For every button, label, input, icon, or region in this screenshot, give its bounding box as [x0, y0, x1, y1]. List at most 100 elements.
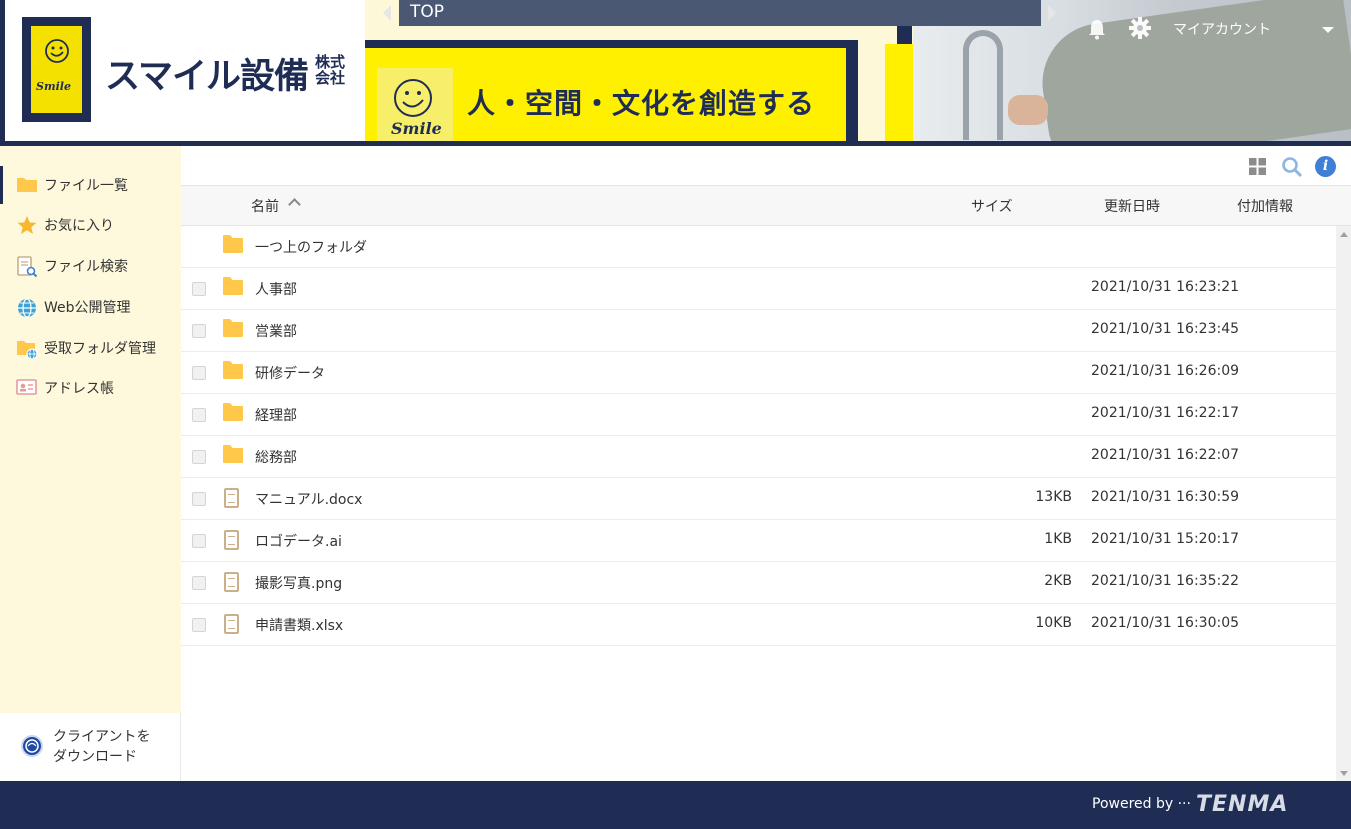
row-modified: 2021/10/31 16:23:21	[1091, 279, 1240, 295]
info-icon[interactable]: i	[1315, 156, 1336, 177]
folder-icon	[16, 175, 38, 195]
chevron-down-icon[interactable]	[1322, 27, 1334, 33]
column-extra-header[interactable]: 付加情報	[1237, 196, 1293, 216]
row-checkbox[interactable]	[192, 576, 206, 590]
client-download-line2: ダウンロード	[53, 749, 137, 765]
row-size: 1KB	[1044, 531, 1072, 547]
breadcrumb[interactable]: TOP	[399, 0, 1041, 26]
tenma-logo[interactable]: TENMA	[1196, 792, 1288, 817]
grid-view-icon[interactable]	[1249, 158, 1266, 175]
parent-folder-label: 一つ上のフォルダ	[255, 240, 367, 256]
sidebar-item-file-list[interactable]: ファイル一覧	[0, 166, 181, 204]
row-name: ロゴデータ.ai	[255, 534, 342, 550]
client-app-icon	[21, 735, 43, 757]
photo-faucet	[963, 30, 1003, 140]
vertical-scrollbar[interactable]	[1336, 226, 1351, 781]
parent-folder-row[interactable]: 一つ上のフォルダ	[181, 226, 1336, 268]
folder-icon	[223, 403, 243, 421]
my-account-menu[interactable]: マイアカウント	[1173, 19, 1271, 39]
row-checkbox[interactable]	[192, 534, 206, 548]
table-row[interactable]: 人事部 2021/10/31 16:23:21	[181, 268, 1336, 310]
table-header: 名前 サイズ 更新日時 付加情報	[181, 186, 1351, 226]
globe-icon	[16, 297, 38, 318]
breadcrumb-next-arrow[interactable]	[1048, 5, 1056, 21]
row-checkbox[interactable]	[192, 324, 206, 338]
row-name: マニュアル.docx	[255, 492, 363, 508]
footer: Powered by ··· TENMA	[0, 781, 1351, 829]
search-icon[interactable]	[1281, 156, 1303, 178]
row-name: 撮影写真.png	[255, 576, 343, 592]
folder-icon	[223, 235, 243, 253]
row-name: 経理部	[255, 408, 297, 424]
row-name: 総務部	[255, 450, 297, 466]
sidebar-item-label: ファイル一覧	[44, 178, 128, 194]
row-checkbox[interactable]	[192, 450, 206, 464]
sidebar-item-web-publish[interactable]: Web公開管理	[0, 288, 181, 326]
breadcrumb-prev-arrow[interactable]	[383, 5, 391, 21]
sidebar-item-label: 受取フォルダ管理	[44, 341, 156, 357]
company-name: スマイル設備	[105, 57, 309, 97]
table-row[interactable]: 経理部 2021/10/31 16:22:17	[181, 394, 1336, 436]
bell-icon[interactable]	[1087, 18, 1107, 40]
banner-accent	[885, 44, 913, 141]
smile-emblem: Smile	[22, 17, 91, 122]
sidebar-item-label: アドレス帳	[44, 381, 114, 397]
row-modified: 2021/10/31 16:23:45	[1091, 321, 1240, 337]
folder-icon	[223, 445, 243, 463]
client-download-label: クライアントを ダウンロード	[53, 727, 150, 767]
column-size-header[interactable]: サイズ	[971, 196, 1013, 216]
sidebar-item-inbox-folder[interactable]: 受取フォルダ管理	[0, 329, 181, 367]
scroll-down-arrow[interactable]	[1340, 771, 1348, 776]
svg-text:Smile: Smile	[36, 80, 71, 93]
sidebar-item-label: ファイル検索	[44, 259, 128, 275]
row-size: 2KB	[1044, 573, 1072, 589]
file-list: 一つ上のフォルダ 人事部 2021/10/31 16:23:21 営業部 202…	[181, 226, 1336, 781]
client-download-button[interactable]: クライアントを ダウンロード	[0, 713, 181, 781]
row-name: 研修データ	[255, 366, 325, 382]
address-book-icon	[16, 378, 38, 398]
table-row[interactable]: 申請書類.xlsx 10KB 2021/10/31 16:30:05	[181, 604, 1336, 646]
sidebar-item-label: Web公開管理	[44, 300, 131, 316]
table-row[interactable]: 総務部 2021/10/31 16:22:07	[181, 436, 1336, 478]
row-name: 営業部	[255, 324, 297, 340]
row-size: 10KB	[1035, 615, 1072, 631]
table-row[interactable]: 営業部 2021/10/31 16:23:45	[181, 310, 1336, 352]
sidebar-item-file-search[interactable]: ファイル検索	[0, 247, 181, 285]
sidebar-item-address-book[interactable]: アドレス帳	[0, 369, 181, 407]
table-row[interactable]: 撮影写真.png 2KB 2021/10/31 16:35:22	[181, 562, 1336, 604]
row-modified: 2021/10/31 16:35:22	[1091, 573, 1240, 589]
table-row[interactable]: マニュアル.docx 13KB 2021/10/31 16:30:59	[181, 478, 1336, 520]
scroll-up-arrow[interactable]	[1340, 232, 1348, 237]
document-icon	[224, 488, 239, 508]
document-icon	[224, 614, 239, 634]
file-search-icon	[16, 256, 38, 278]
sidebar-item-favorites[interactable]: お気に入り	[0, 206, 181, 244]
row-checkbox[interactable]	[192, 282, 206, 296]
row-checkbox[interactable]	[192, 492, 206, 506]
row-checkbox[interactable]	[192, 366, 206, 380]
smile-logo-word: Smile	[36, 80, 71, 93]
column-name-header[interactable]: 名前	[251, 196, 279, 216]
folder-icon	[223, 361, 243, 379]
row-checkbox[interactable]	[192, 618, 206, 632]
row-size: 13KB	[1035, 489, 1072, 505]
table-row[interactable]: ロゴデータ.ai 1KB 2021/10/31 15:20:17	[181, 520, 1336, 562]
table-row[interactable]: 研修データ 2021/10/31 16:26:09	[181, 352, 1336, 394]
company-logo[interactable]: Smile スマイル設備 株式会社	[0, 0, 365, 141]
svg-text:Smile: Smile	[391, 119, 442, 138]
row-checkbox[interactable]	[192, 408, 206, 422]
column-modified-header[interactable]: 更新日時	[1104, 196, 1160, 216]
banner-tagline: 人・空間・文化を創造する	[467, 87, 816, 120]
powered-by-label: Powered by ···	[1092, 796, 1191, 812]
row-name: 申請書類.xlsx	[255, 618, 344, 634]
gear-icon[interactable]	[1129, 17, 1151, 39]
row-name: 人事部	[255, 282, 297, 298]
photo-hand	[1008, 95, 1048, 125]
row-modified: 2021/10/31 16:30:59	[1091, 489, 1240, 505]
folder-icon	[223, 277, 243, 295]
client-download-line1: クライアントを	[53, 729, 151, 745]
sidebar-item-label: お気に入り	[44, 218, 114, 234]
company-suffix: 株式会社	[315, 53, 346, 87]
document-icon	[224, 530, 239, 550]
folder-icon	[223, 319, 243, 337]
